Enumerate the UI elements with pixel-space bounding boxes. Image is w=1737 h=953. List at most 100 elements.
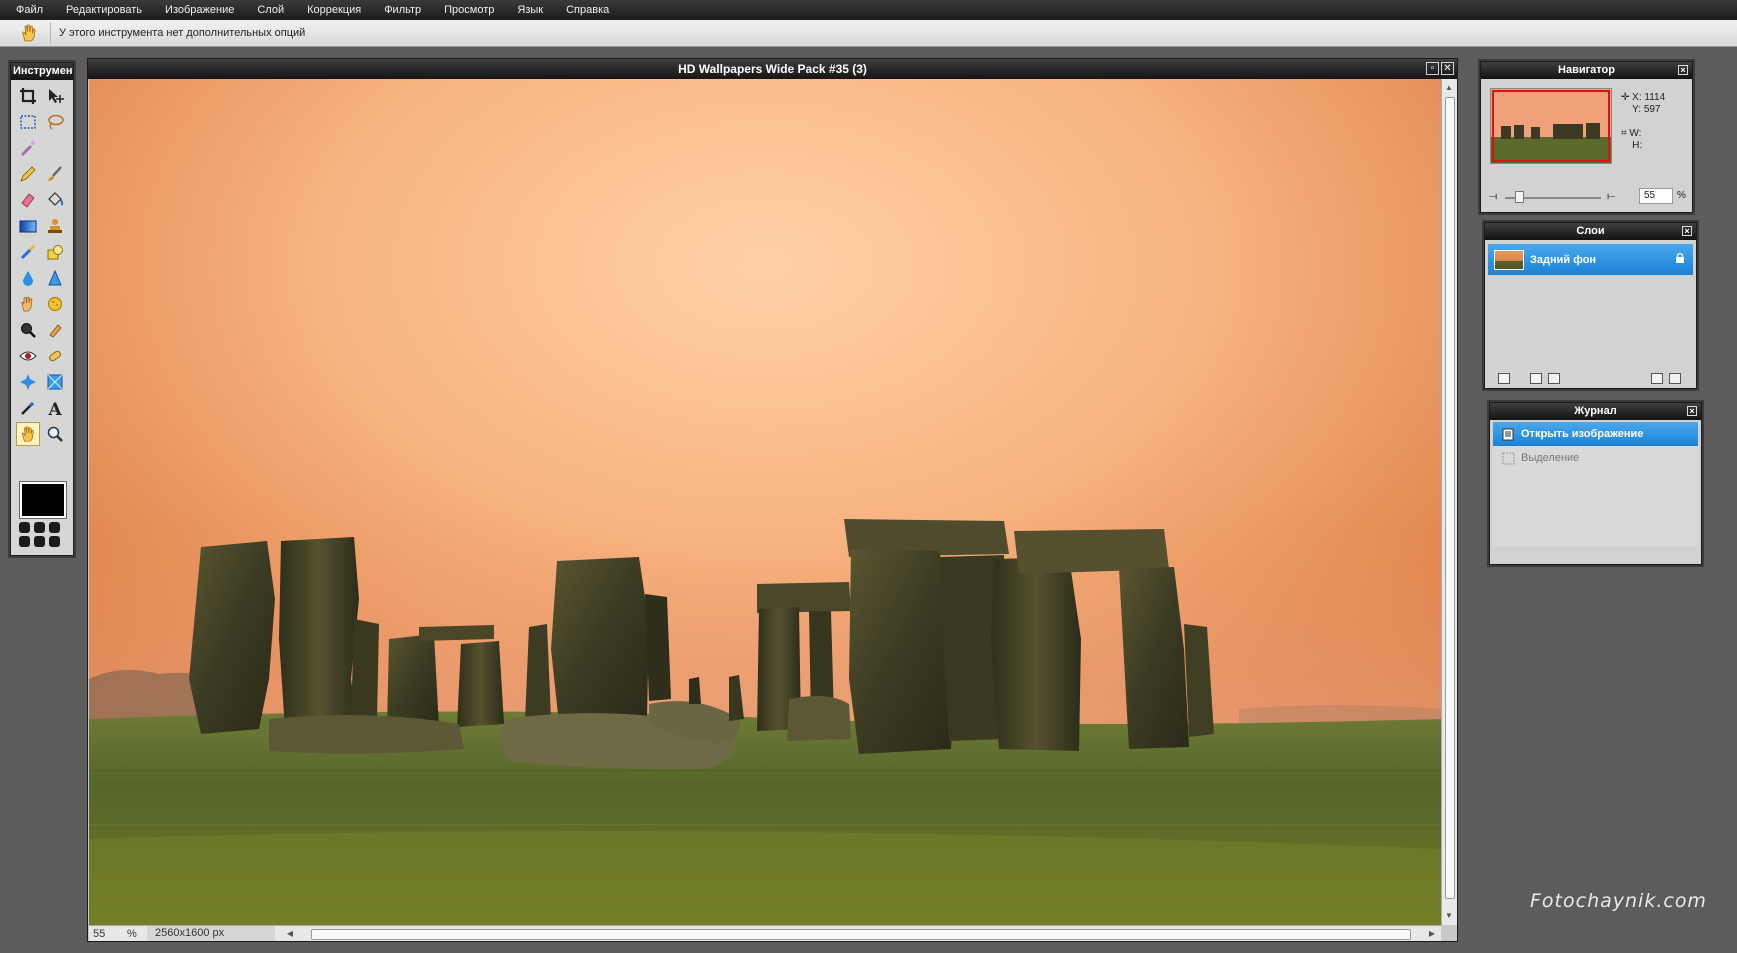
zoom-value[interactable]: 55 <box>89 928 127 940</box>
history-item-label: Открыть изображение <box>1521 428 1644 440</box>
brush-icon[interactable] <box>43 162 67 186</box>
selection-icon <box>1501 451 1516 466</box>
layer-thumbnail <box>1494 249 1524 270</box>
layer-settings-icon[interactable] <box>1498 372 1510 384</box>
palette-dot[interactable] <box>19 536 30 547</box>
scroll-right-arrow-icon[interactable]: ▶ <box>1425 927 1439 941</box>
pinch-icon[interactable] <box>43 370 67 394</box>
menu-layer[interactable]: Слой <box>257 4 284 16</box>
layers-footer-toolbar <box>1488 370 1693 386</box>
lock-icon[interactable] <box>1675 252 1685 267</box>
navigator-viewport-frame[interactable] <box>1492 90 1610 162</box>
zoom-tool-icon[interactable] <box>16 318 40 342</box>
slider-handle[interactable] <box>1515 191 1524 203</box>
palette-dot[interactable] <box>49 522 60 533</box>
tools-panel: Инструмент A <box>10 62 74 556</box>
navigator-panel: Навигатор × ✛ X: 1114 Y: 597 ⌗ W: H: ⟞ ⟝… <box>1480 61 1693 213</box>
palette-dot[interactable] <box>34 522 45 533</box>
horizontal-scroll-thumb[interactable] <box>311 928 1411 940</box>
color-replace-icon[interactable] <box>16 240 40 264</box>
crop-icon[interactable] <box>16 84 40 108</box>
layer-styles-icon[interactable] <box>1548 372 1560 384</box>
navigator-zoom-input[interactable]: 55 <box>1639 188 1673 204</box>
layers-close-button[interactable]: × <box>1682 226 1692 236</box>
burn-icon[interactable] <box>43 318 67 342</box>
image-status-bar: 55 % 2560x1600 px ◀ ▶ <box>89 925 1441 941</box>
layer-label: Задний фон <box>1530 253 1597 266</box>
new-layer-icon[interactable] <box>1651 372 1663 384</box>
menu-view[interactable]: Просмотр <box>444 4 494 16</box>
move-icon[interactable] <box>43 84 67 108</box>
marquee-icon[interactable] <box>16 110 40 134</box>
menu-image[interactable]: Изображение <box>165 4 234 16</box>
spot-heal-icon[interactable] <box>43 344 67 368</box>
crosshair-icon: ✛ <box>1621 92 1630 103</box>
scroll-left-arrow-icon[interactable]: ◀ <box>283 927 297 941</box>
scroll-down-arrow-icon[interactable]: ▼ <box>1442 909 1456 923</box>
history-item-open-image[interactable]: Открыть изображение <box>1493 422 1698 446</box>
maximize-button[interactable]: ▫ <box>1426 62 1439 75</box>
lasso-icon[interactable] <box>43 110 67 134</box>
magic-wand-icon[interactable] <box>16 136 40 160</box>
x-value: 1114 <box>1644 92 1666 103</box>
tool-options-bar: У этого инструмента нет дополнительных о… <box>0 20 1737 47</box>
y-value: 597 <box>1643 104 1661 115</box>
image-title: HD Wallpapers Wide Pack #35 (3) <box>678 62 867 76</box>
eraser-icon[interactable] <box>16 188 40 212</box>
sharpen-icon[interactable] <box>43 266 67 290</box>
palette-dot[interactable] <box>19 522 30 533</box>
menu-language[interactable]: Язык <box>517 4 543 16</box>
image-canvas[interactable] <box>89 79 1441 925</box>
history-list: Открыть изображение Выделение <box>1493 422 1698 546</box>
blur-icon[interactable] <box>16 266 40 290</box>
image-window: HD Wallpapers Wide Pack #35 (3) ▫ ✕ ▲ ▼ … <box>87 58 1458 942</box>
layers-panel: Слои × Задний фон <box>1484 222 1697 389</box>
clone-stamp-icon[interactable] <box>43 214 67 238</box>
palette-dot[interactable] <box>34 536 45 547</box>
foreground-color-swatch[interactable] <box>20 482 66 518</box>
history-item-selection[interactable]: Выделение <box>1493 446 1698 470</box>
separator <box>50 22 51 44</box>
zoom-out-icon[interactable]: ⟞ <box>1489 191 1497 202</box>
bucket-icon[interactable] <box>43 188 67 212</box>
zoom-in-icon[interactable]: ⟝ <box>1607 191 1615 202</box>
color-picker-icon[interactable] <box>16 396 40 420</box>
gradient-icon[interactable] <box>16 214 40 238</box>
scroll-up-arrow-icon[interactable]: ▲ <box>1442 81 1456 95</box>
history-close-button[interactable]: × <box>1687 406 1697 416</box>
palette-dot[interactable] <box>49 536 60 547</box>
size-icon: ⌗ <box>1621 128 1627 139</box>
pencil-icon[interactable] <box>16 162 40 186</box>
menu-bar: Файл Редактировать Изображение Слой Корр… <box>0 0 1737 20</box>
bloat-icon[interactable] <box>16 370 40 394</box>
red-eye-icon[interactable] <box>16 344 40 368</box>
image-window-titlebar[interactable]: HD Wallpapers Wide Pack #35 (3) ▫ ✕ <box>88 59 1457 79</box>
delete-layer-icon[interactable] <box>1669 372 1681 384</box>
history-title: Журнал × <box>1490 403 1701 420</box>
navigator-close-button[interactable]: × <box>1678 65 1688 75</box>
color-palette-buttons[interactable] <box>19 522 61 547</box>
history-item-label: Выделение <box>1521 452 1580 464</box>
vertical-scroll-thumb[interactable] <box>1445 97 1455 899</box>
vertical-scrollbar[interactable]: ▲ ▼ <box>1441 79 1457 925</box>
menu-adjustments[interactable]: Коррекция <box>307 4 361 16</box>
smudge-icon[interactable] <box>16 292 40 316</box>
navigator-thumbnail[interactable] <box>1490 88 1612 164</box>
w-label: W: <box>1629 128 1642 139</box>
horizontal-scrollbar[interactable]: ◀ ▶ <box>281 927 1441 941</box>
svg-text:A: A <box>48 400 63 417</box>
menu-help[interactable]: Справка <box>566 4 609 16</box>
menu-edit[interactable]: Редактировать <box>66 4 142 16</box>
close-button[interactable]: ✕ <box>1441 62 1454 75</box>
layer-mask-icon[interactable] <box>1530 372 1542 384</box>
layer-item-background[interactable]: Задний фон <box>1488 244 1693 275</box>
menu-file[interactable]: Файл <box>16 4 43 16</box>
history-panel: Журнал × Открыть изображение Выделение <box>1489 402 1702 565</box>
shape-icon[interactable] <box>43 240 67 264</box>
zoom-icon[interactable] <box>43 422 67 446</box>
hand-tool-icon[interactable] <box>16 422 40 446</box>
sponge-icon[interactable] <box>43 292 67 316</box>
empty-slot <box>43 136 67 160</box>
type-icon[interactable]: A <box>43 396 67 420</box>
menu-filter[interactable]: Фильтр <box>384 4 421 16</box>
